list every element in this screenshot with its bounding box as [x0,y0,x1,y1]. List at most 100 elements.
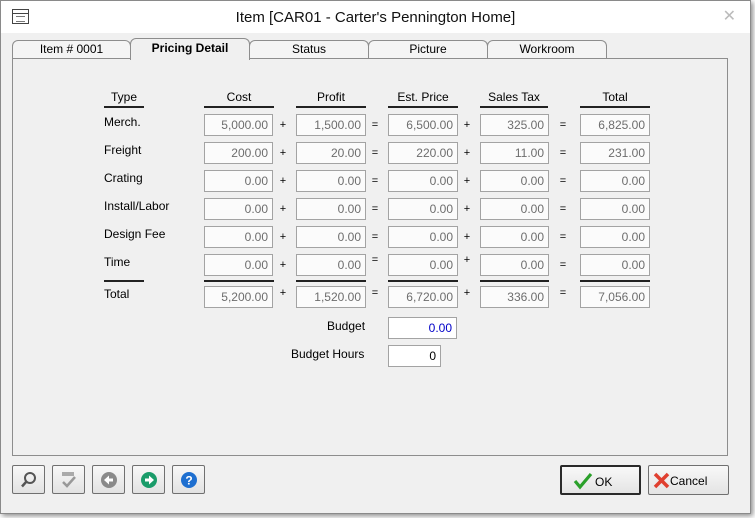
time-est-price-field[interactable]: 0.00 [388,254,458,276]
total-separator [480,280,549,282]
design-fee-cost-field[interactable]: 0.00 [204,226,273,248]
next-button[interactable] [132,465,165,494]
tab-picture[interactable]: Picture [368,40,488,59]
crating-cost-field[interactable]: 0.00 [204,170,273,192]
plus-operator: + [463,147,471,159]
cancel-button[interactable]: Cancel [648,465,729,495]
row-label-install-labor: Install/Labor [104,199,170,213]
plus-operator: + [463,254,471,266]
time-sales-tax-field[interactable]: 0.00 [480,254,549,276]
total-est-price-field: 6,720.00 [388,286,458,308]
equals-operator: = [371,287,379,299]
merch-profit-field[interactable]: 1,500.00 [296,114,366,136]
time-profit-field[interactable]: 0.00 [296,254,366,276]
equals-operator: = [559,203,567,215]
tab-picture-label: Picture [409,42,447,56]
equals-operator: = [559,259,567,271]
plus-operator: + [279,119,287,131]
crating-total-field[interactable]: 0.00 [580,170,650,192]
budget-hours-field[interactable]: 0 [388,345,441,367]
help-button[interactable]: ? [172,465,205,494]
window-title: Item [CAR01 - Carter's Pennington Home] [235,9,516,26]
budget-hours-label: Budget Hours [291,347,365,361]
freight-total-field[interactable]: 231.00 [580,142,650,164]
design-fee-profit-field[interactable]: 0.00 [296,226,366,248]
freight-profit-field[interactable]: 20.00 [296,142,366,164]
plus-operator: + [463,175,471,187]
plus-operator: + [279,175,287,187]
tab-workroom-label: Workroom [519,42,575,56]
plus-operator: + [279,147,287,159]
tab-pricing-detail[interactable]: Pricing Detail [130,38,250,60]
equals-operator: = [371,119,379,131]
row-label-freight: Freight [104,143,142,157]
tab-pricing-detail-label: Pricing Detail [151,41,229,55]
find-button[interactable] [12,465,45,494]
crating-sales-tax-field[interactable]: 0.00 [480,170,549,192]
tab-item-label: Item # 0001 [39,42,104,56]
time-total-field[interactable]: 0.00 [580,254,650,276]
equals-operator: = [371,254,379,266]
crating-profit-field[interactable]: 0.00 [296,170,366,192]
design-fee-total-field[interactable]: 0.00 [580,226,650,248]
row-label-crating: Crating [104,171,143,185]
design-fee-est-price-field[interactable]: 0.00 [388,226,458,248]
magnifier-icon [21,472,36,488]
equals-operator: = [371,203,379,215]
equals-operator: = [559,231,567,243]
install-labor-sales-tax-field[interactable]: 0.00 [480,198,549,220]
total-separator [388,280,458,282]
crating-est-price-field[interactable]: 0.00 [388,170,458,192]
total-separator [296,280,366,282]
svg-text:?: ? [185,474,192,488]
cancel-x-icon [653,472,670,489]
design-fee-sales-tax-field[interactable]: 0.00 [480,226,549,248]
install-labor-total-field[interactable]: 0.00 [580,198,650,220]
row-label-merch: Merch. [104,115,141,129]
total-separator [104,280,144,282]
plus-operator: + [279,231,287,243]
checkmark-icon [573,472,593,490]
budget-field[interactable]: 0.00 [388,317,457,339]
plus-operator: + [279,287,287,299]
header-sales-tax: Sales Tax [480,90,548,108]
item-dialog: Item [CAR01 - Carter's Pennington Home] … [0,0,751,514]
right-arrow-icon [141,472,157,488]
total-cost-field: 5,200.00 [204,286,273,308]
merch-sales-tax-field[interactable]: 325.00 [480,114,549,136]
install-labor-cost-field[interactable]: 0.00 [204,198,273,220]
header-type: Type [104,90,144,108]
spellcheck-button[interactable] [52,465,85,494]
equals-operator: = [559,287,567,299]
install-labor-est-price-field[interactable]: 0.00 [388,198,458,220]
total-total-field: 7,056.00 [580,286,650,308]
equals-operator: = [559,175,567,187]
equals-operator: = [559,147,567,159]
row-label-total: Total [104,287,130,301]
install-labor-profit-field[interactable]: 0.00 [296,198,366,220]
merch-est-price-field[interactable]: 6,500.00 [388,114,458,136]
tab-workroom[interactable]: Workroom [487,40,607,59]
total-separator [204,280,274,282]
previous-button[interactable] [92,465,125,494]
merch-cost-field[interactable]: 5,000.00 [204,114,273,136]
plus-operator: + [463,119,471,131]
plus-operator: + [279,203,287,215]
time-cost-field[interactable]: 0.00 [204,254,273,276]
ok-button-label: OK [595,475,613,489]
merch-total-field[interactable]: 6,825.00 [580,114,650,136]
total-separator [580,280,650,282]
close-icon[interactable]: ✕ [723,6,736,26]
equals-operator: = [371,231,379,243]
left-arrow-icon [101,472,117,488]
freight-est-price-field[interactable]: 220.00 [388,142,458,164]
ok-button[interactable]: OK [560,465,641,495]
plus-operator: + [463,287,471,299]
title-bar: Item [CAR01 - Carter's Pennington Home] … [1,1,750,33]
spellcheck-icon [62,472,76,488]
freight-cost-field[interactable]: 200.00 [204,142,273,164]
freight-sales-tax-field[interactable]: 11.00 [480,142,549,164]
tab-status[interactable]: Status [249,40,369,59]
tab-item[interactable]: Item # 0001 [12,40,131,59]
equals-operator: = [559,119,567,131]
